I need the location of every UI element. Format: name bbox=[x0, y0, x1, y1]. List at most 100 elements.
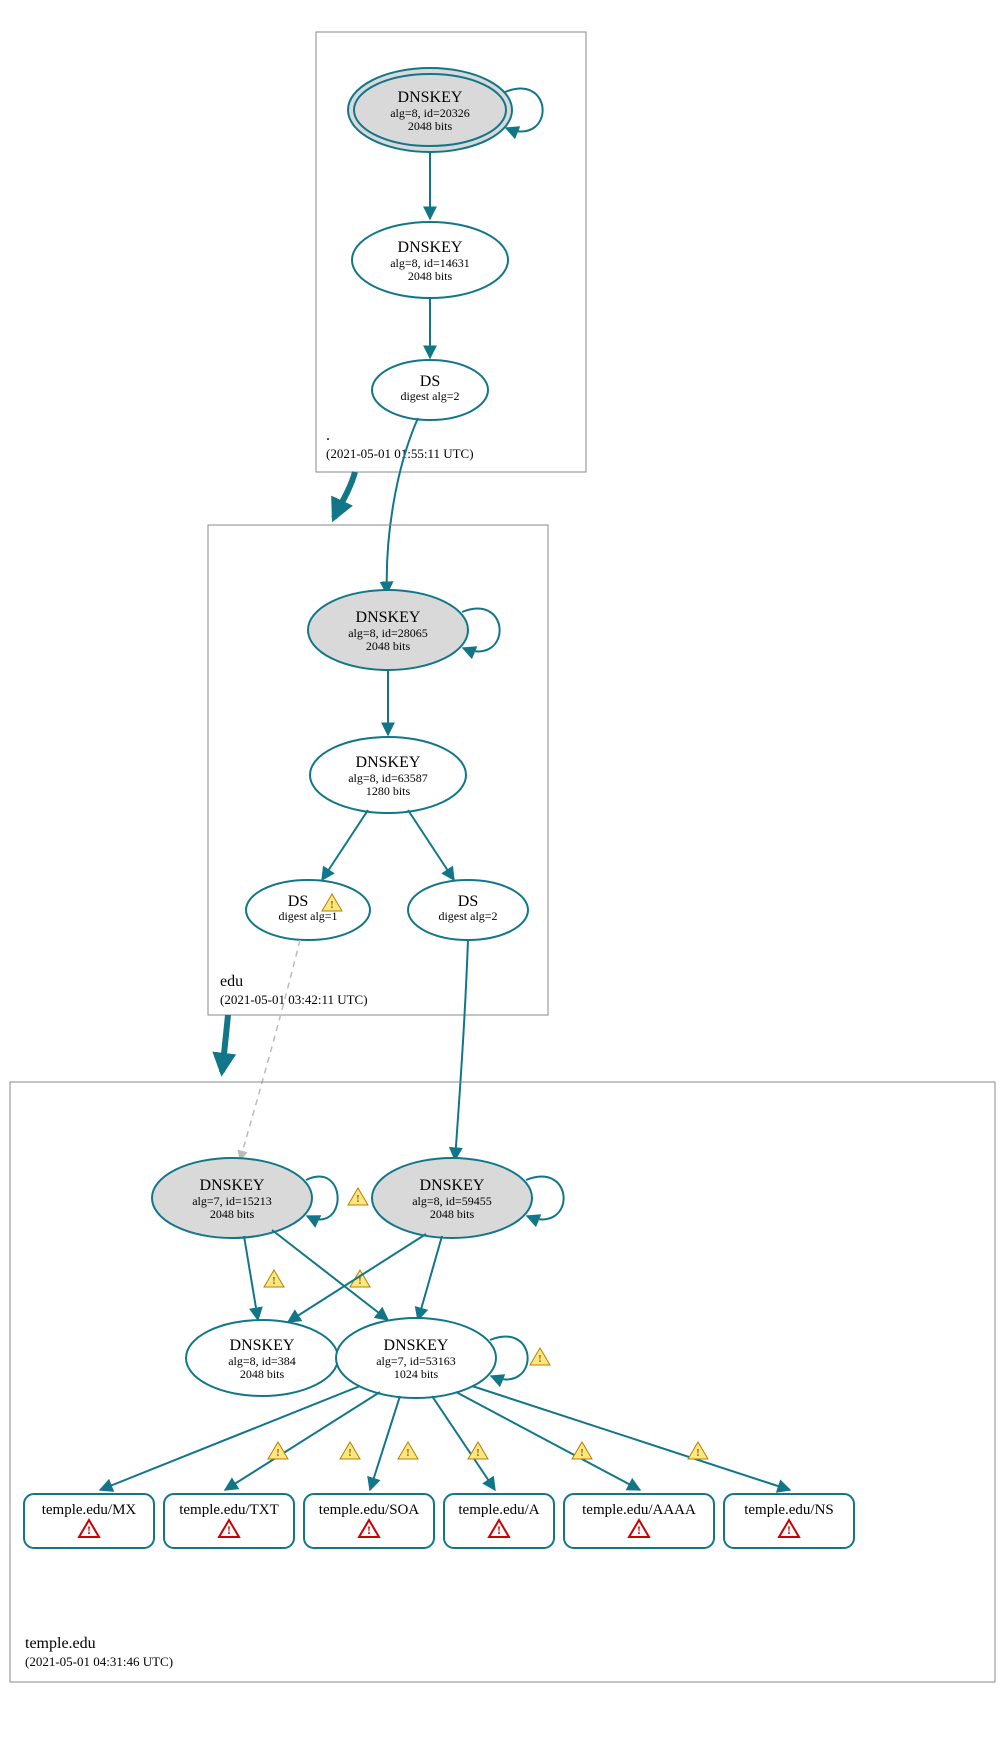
warning-icon: ! bbox=[268, 1442, 288, 1459]
edge-ds1-to-t-ksk-a bbox=[240, 940, 300, 1160]
svg-text:temple.edu/MX: temple.edu/MX bbox=[42, 1502, 137, 1518]
edge-rootds-to-eduksk bbox=[387, 418, 418, 594]
svg-text:DS: DS bbox=[420, 373, 440, 390]
svg-text:temple.edu/A: temple.edu/A bbox=[458, 1502, 539, 1518]
node-dnskey-temple-zsk-a: DNSKEY alg=8, id=384 2048 bits bbox=[186, 1320, 338, 1396]
edge-tzskb-to-aaaa bbox=[456, 1392, 640, 1490]
node-ds-edu-alg2: DS digest alg=2 bbox=[408, 880, 528, 940]
svg-text:DNSKEY: DNSKEY bbox=[384, 1337, 449, 1354]
rrset-aaaa: temple.edu/AAAA ! bbox=[564, 1494, 714, 1548]
svg-text:!: ! bbox=[348, 1447, 352, 1459]
node-dnskey-temple-ksk-b: DNSKEY alg=8, id=59455 2048 bits bbox=[372, 1158, 532, 1238]
svg-text:DNSKEY: DNSKEY bbox=[200, 1177, 265, 1194]
svg-text:1024 bits: 1024 bits bbox=[394, 1367, 439, 1381]
svg-text:!: ! bbox=[272, 1275, 276, 1287]
zone-label-edu: edu bbox=[220, 973, 243, 990]
rrset-mx: temple.edu/MX ! bbox=[24, 1494, 154, 1548]
node-ds-root: DS digest alg=2 bbox=[372, 360, 488, 420]
svg-text:2048 bits: 2048 bits bbox=[408, 119, 453, 133]
svg-text:digest alg=2: digest alg=2 bbox=[400, 389, 459, 403]
dnssec-auth-graph: . (2021-05-01 01:55:11 UTC) DNSKEY alg=8… bbox=[0, 0, 1005, 1751]
svg-text:2048 bits: 2048 bits bbox=[430, 1207, 475, 1221]
node-dnskey-edu-zsk: DNSKEY alg=8, id=63587 1280 bits bbox=[310, 737, 466, 813]
svg-text:DNSKEY: DNSKEY bbox=[230, 1337, 295, 1354]
svg-text:DNSKEY: DNSKEY bbox=[420, 1177, 485, 1194]
edge-tkskb-to-tzskb bbox=[418, 1236, 442, 1320]
svg-text:alg=8, id=59455: alg=8, id=59455 bbox=[412, 1194, 492, 1208]
svg-text:2048 bits: 2048 bits bbox=[240, 1367, 285, 1381]
node-dnskey-root-zsk: DNSKEY alg=8, id=14631 2048 bits bbox=[352, 222, 508, 298]
warning-icon: ! bbox=[468, 1442, 488, 1459]
svg-text:!: ! bbox=[406, 1447, 410, 1459]
edge-tkskb-to-tzska bbox=[288, 1234, 426, 1322]
svg-text:!: ! bbox=[276, 1447, 280, 1459]
svg-text:digest alg=2: digest alg=2 bbox=[438, 909, 497, 923]
edge-tkska-to-tzskb bbox=[272, 1230, 388, 1320]
svg-text:!: ! bbox=[637, 1523, 641, 1537]
svg-text:temple.edu/SOA: temple.edu/SOA bbox=[319, 1502, 420, 1518]
svg-text:!: ! bbox=[538, 1353, 542, 1365]
svg-text:alg=8, id=14631: alg=8, id=14631 bbox=[390, 256, 470, 270]
svg-text:!: ! bbox=[330, 899, 334, 911]
zone-label-temple: temple.edu bbox=[25, 1635, 96, 1652]
svg-text:temple.edu/TXT: temple.edu/TXT bbox=[179, 1502, 279, 1518]
svg-text:!: ! bbox=[367, 1523, 371, 1537]
node-ds-edu-alg1: DS digest alg=1 bbox=[246, 880, 370, 940]
svg-text:DNSKEY: DNSKEY bbox=[398, 89, 463, 106]
svg-text:!: ! bbox=[356, 1193, 360, 1205]
warning-icon: ! bbox=[688, 1442, 708, 1459]
warning-icon: ! bbox=[348, 1188, 368, 1205]
node-dnskey-edu-ksk: DNSKEY alg=8, id=28065 2048 bits bbox=[308, 590, 468, 670]
edge-eduzsk-to-ds1 bbox=[322, 810, 368, 880]
rrset-soa: temple.edu/SOA ! bbox=[304, 1494, 434, 1548]
svg-text:DNSKEY: DNSKEY bbox=[356, 754, 421, 771]
edge-tzskb-to-soa bbox=[370, 1396, 400, 1490]
zone-ts-edu: (2021-05-01 03:42:11 UTC) bbox=[220, 992, 368, 1007]
edge-eduzsk-to-ds2 bbox=[408, 810, 454, 880]
svg-text:2048 bits: 2048 bits bbox=[408, 269, 453, 283]
svg-text:alg=8, id=20326: alg=8, id=20326 bbox=[390, 106, 470, 120]
svg-text:!: ! bbox=[696, 1447, 700, 1459]
svg-text:!: ! bbox=[476, 1447, 480, 1459]
svg-text:DNSKEY: DNSKEY bbox=[356, 609, 421, 626]
edge-tzskb-to-txt bbox=[225, 1392, 380, 1490]
zone-ts-root: (2021-05-01 01:55:11 UTC) bbox=[326, 446, 474, 461]
svg-text:alg=8, id=63587: alg=8, id=63587 bbox=[348, 771, 428, 785]
svg-text:!: ! bbox=[580, 1447, 584, 1459]
warning-icon: ! bbox=[264, 1270, 284, 1287]
svg-text:!: ! bbox=[227, 1523, 231, 1537]
rrset-txt: temple.edu/TXT ! bbox=[164, 1494, 294, 1548]
rrset-ns: temple.edu/NS ! bbox=[724, 1494, 854, 1548]
zone-label-root: . bbox=[326, 427, 330, 444]
edge-ds2-to-t-ksk-b bbox=[455, 940, 468, 1160]
svg-text:!: ! bbox=[497, 1523, 501, 1537]
rrset-a: temple.edu/A ! bbox=[444, 1494, 554, 1548]
svg-text:2048 bits: 2048 bits bbox=[210, 1207, 255, 1221]
svg-text:DS: DS bbox=[458, 893, 478, 910]
svg-text:!: ! bbox=[87, 1523, 91, 1537]
svg-text:!: ! bbox=[787, 1523, 791, 1537]
edge-tzskb-to-ns bbox=[472, 1386, 790, 1490]
warning-icon: ! bbox=[530, 1348, 550, 1365]
node-dnskey-temple-ksk-a: DNSKEY alg=7, id=15213 2048 bits bbox=[152, 1158, 312, 1238]
warning-icon: ! bbox=[572, 1442, 592, 1459]
edge-tzskb-to-mx bbox=[100, 1386, 360, 1490]
svg-text:alg=8, id=384: alg=8, id=384 bbox=[228, 1354, 296, 1368]
svg-text:temple.edu/AAAA: temple.edu/AAAA bbox=[582, 1502, 696, 1518]
node-dnskey-root-ksk: DNSKEY alg=8, id=20326 2048 bits bbox=[348, 68, 512, 152]
svg-text:1280 bits: 1280 bits bbox=[366, 784, 411, 798]
svg-text:alg=8, id=28065: alg=8, id=28065 bbox=[348, 626, 428, 640]
edge-tkska-to-tzska bbox=[244, 1236, 258, 1320]
warning-icon: ! bbox=[398, 1442, 418, 1459]
svg-text:DNSKEY: DNSKEY bbox=[398, 239, 463, 256]
zone-ts-temple: (2021-05-01 04:31:46 UTC) bbox=[25, 1654, 173, 1669]
edge-delegation-edu-to-temple bbox=[222, 1015, 228, 1072]
edge-tzskb-to-a bbox=[432, 1396, 495, 1490]
svg-text:alg=7, id=15213: alg=7, id=15213 bbox=[192, 1194, 272, 1208]
warning-icon: ! bbox=[340, 1442, 360, 1459]
edge-delegation-root-to-edu bbox=[334, 472, 355, 518]
svg-text:DS: DS bbox=[288, 893, 308, 910]
svg-text:2048 bits: 2048 bits bbox=[366, 639, 411, 653]
svg-text:temple.edu/NS: temple.edu/NS bbox=[744, 1502, 834, 1518]
svg-text:alg=7, id=53163: alg=7, id=53163 bbox=[376, 1354, 456, 1368]
